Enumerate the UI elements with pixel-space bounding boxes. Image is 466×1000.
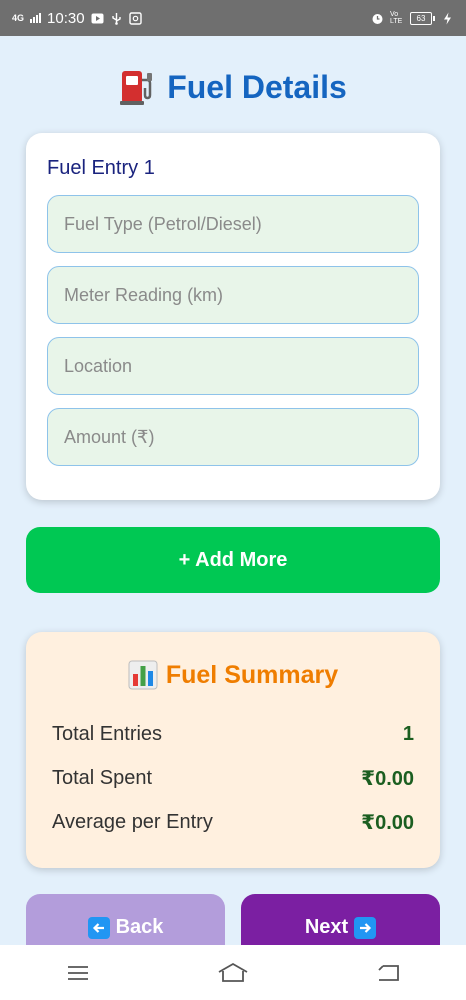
battery-level: 63 [410, 11, 432, 25]
summary-row-total-entries: Total Entries 1 [52, 712, 414, 756]
menu-icon[interactable] [58, 958, 98, 988]
play-icon [91, 13, 104, 23]
page-header: Fuel Details [0, 64, 466, 110]
page-title: Fuel Details [167, 68, 347, 105]
summary-row-total-spent: Total Spent ₹0.00 [52, 756, 414, 800]
charging-icon [444, 12, 451, 24]
add-more-button[interactable]: + Add More [26, 527, 440, 593]
back-nav-icon[interactable] [368, 958, 408, 988]
home-icon[interactable] [213, 958, 253, 988]
back-button-label: Back [115, 916, 164, 938]
meter-reading-input[interactable] [47, 266, 419, 324]
alarm-icon [372, 13, 383, 24]
bar-chart-icon [128, 660, 158, 690]
clock: 10:30 [47, 9, 85, 27]
summary-value: 1 [402, 722, 414, 745]
amount-input[interactable] [47, 408, 419, 466]
summary-label: Average per Entry [52, 810, 213, 833]
signal-icon [30, 13, 42, 23]
fuel-pump-icon [120, 71, 153, 105]
system-navigation-bar [0, 945, 466, 1000]
summary-value: ₹0.00 [361, 767, 414, 790]
gallery-icon [128, 11, 142, 25]
summary-title: Fuel Summary [165, 660, 339, 689]
left-arrow-icon [87, 916, 110, 939]
next-button-label: Next [304, 916, 349, 938]
network-type: 4G [12, 12, 25, 23]
fuel-summary-card: Fuel Summary Total Entries 1 Total Spent… [26, 632, 440, 868]
summary-header: Fuel Summary [52, 660, 414, 690]
location-input[interactable] [47, 337, 419, 395]
summary-value: ₹0.00 [361, 811, 414, 834]
status-bar: 4G 10:30 Vo LTE 63 [0, 0, 466, 36]
summary-label: Total Entries [52, 722, 163, 745]
volte-indicator: Vo LTE [390, 11, 403, 25]
fuel-entry-card: Fuel Entry 1 [26, 133, 440, 500]
summary-row-average: Average per Entry ₹0.00 [52, 800, 414, 844]
fuel-type-input[interactable] [47, 195, 419, 253]
summary-label: Total Spent [52, 766, 153, 789]
fuel-entry-title: Fuel Entry 1 [47, 157, 155, 179]
right-arrow-icon [354, 916, 377, 939]
battery-icon: 63 [410, 11, 435, 25]
usb-icon [111, 12, 121, 25]
